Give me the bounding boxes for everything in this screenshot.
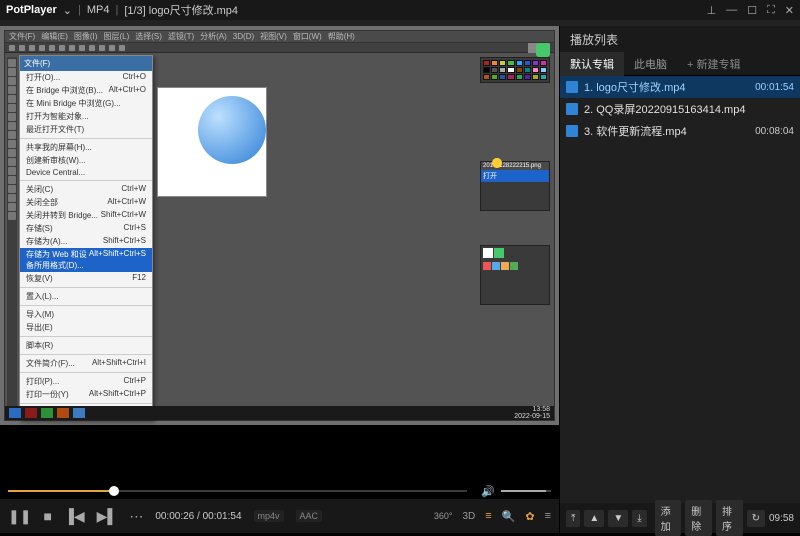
tab-default[interactable]: 默认专辑 — [560, 52, 624, 76]
file-icon — [566, 81, 578, 93]
video-content[interactable]: 文件(F)编辑(E)图像(I)图层(L)选择(S)滤镜(T)分析(A)3D(D)… — [0, 26, 559, 425]
move-down-icon[interactable]: ▼ — [608, 510, 628, 527]
seek-progress — [8, 490, 114, 492]
eq-icon[interactable]: ≡ — [485, 510, 491, 522]
ps-optionsbar — [5, 43, 554, 53]
move-bottom-icon[interactable]: ⤓ — [632, 510, 646, 527]
file-title: [1/3] logo尺寸修改.mp4 — [124, 2, 238, 18]
playlist-item[interactable]: 3. 软件更新流程.mp4 00:08:04 — [560, 120, 800, 142]
file-icon — [566, 125, 578, 137]
move-up-icon[interactable]: ▲ — [584, 510, 604, 527]
prev-button[interactable]: ▐◀ — [64, 508, 85, 525]
seek-track[interactable] — [8, 490, 467, 492]
item-name: 2. QQ录屏20220915163414.mp4 — [584, 101, 788, 117]
playlist-footer: ⤒ ▲ ▼ ⤓ 添加 删除 排序 ↻ 09:58 — [560, 503, 800, 533]
item-name: 1. logo尺寸修改.mp4 — [584, 79, 749, 95]
windows-taskbar: 13:582022-09-15 — [5, 406, 554, 420]
seek-thumb-icon[interactable] — [109, 486, 119, 496]
pin-icon[interactable]: ⊥ — [707, 4, 717, 17]
sort-button[interactable]: 排序 — [716, 500, 743, 536]
open-button[interactable]: ⋯ — [129, 508, 143, 525]
item-duration: 00:01:54 — [755, 82, 794, 93]
ps-menubar: 文件(F)编辑(E)图像(I)图层(L)选择(S)滤镜(T)分析(A)3D(D)… — [5, 31, 554, 43]
minimize-icon[interactable]: — — [726, 4, 737, 17]
item-duration: 00:08:04 — [755, 126, 794, 137]
item-name: 3. 软件更新流程.mp4 — [584, 123, 749, 139]
time-total: 00:01:54 — [203, 511, 242, 522]
fullscreen-icon[interactable]: ⛶ — [767, 4, 775, 17]
clock-text: 09:58 — [769, 513, 794, 524]
green-logo-icon — [536, 43, 550, 57]
maximize-icon[interactable]: ☐ — [747, 4, 757, 17]
time-current: 00:00:26 — [155, 511, 194, 522]
ps-toolbox — [7, 57, 17, 406]
play-pause-button[interactable]: ❚❚ — [8, 508, 31, 525]
video-area: 文件(F)编辑(E)图像(I)图层(L)选择(S)滤镜(T)分析(A)3D(D)… — [0, 26, 559, 533]
titlebar: PotPlayer ⌄ | MP4 | [1/3] logo尺寸修改.mp4 ⊥… — [0, 0, 800, 20]
ps-layers-panel: 20141128222215.png 打开 — [480, 161, 550, 211]
rotate-icon[interactable]: 360° — [434, 511, 453, 521]
threeD-icon[interactable]: 3D — [462, 511, 475, 522]
menu-icon[interactable]: ≡ — [545, 510, 551, 522]
move-top-icon[interactable]: ⤒ — [566, 510, 580, 527]
controls-bar: ❚❚ ■ ▐◀ ▶▌ ⋯ 00:00:26 / 00:01:54 mp4v AA… — [0, 499, 559, 533]
volume-icon[interactable]: 🔊 — [481, 485, 495, 498]
codec-audio[interactable]: AAC — [296, 510, 323, 522]
stop-button[interactable]: ■ — [43, 508, 51, 524]
close-icon[interactable]: ✕ — [785, 4, 794, 17]
playlist-panel: 播放列表 默认专辑 此电脑 + 新建专辑 1. logo尺寸修改.mp4 00:0… — [559, 26, 800, 533]
next-button[interactable]: ▶▌ — [97, 508, 118, 525]
ps-canvas — [157, 87, 267, 197]
ps-swatches-panel — [480, 57, 550, 83]
loop-icon[interactable]: ↻ — [747, 510, 765, 527]
delete-button[interactable]: 删除 — [685, 500, 712, 536]
playlist-items: 1. logo尺寸修改.mp4 00:01:54 2. QQ录屏2022091516… — [560, 76, 800, 503]
format-badge: MP4 — [87, 4, 110, 16]
dropdown-icon[interactable]: ⌄ — [63, 4, 72, 17]
playlist-tabs: 默认专辑 此电脑 + 新建专辑 — [560, 52, 800, 76]
codec-video[interactable]: mp4v — [254, 510, 284, 522]
video-frame-photoshop: 文件(F)编辑(E)图像(I)图层(L)选择(S)滤镜(T)分析(A)3D(D)… — [4, 30, 555, 421]
playlist-item[interactable]: 2. QQ录屏20220915163414.mp4 — [560, 98, 800, 120]
playlist-item[interactable]: 1. logo尺寸修改.mp4 00:01:54 — [560, 76, 800, 98]
playlist-title: 播放列表 — [560, 26, 800, 52]
ps-bottom-panel — [480, 245, 550, 305]
tab-computer[interactable]: 此电脑 — [624, 52, 677, 76]
search-icon[interactable]: 🔍 — [502, 510, 516, 523]
app-name[interactable]: PotPlayer — [6, 4, 57, 16]
settings-icon[interactable]: ✿ — [525, 510, 534, 523]
ps-file-menu: 文件(F)打开(O)...Ctrl+O在 Bridge 中浏览(B)...Alt… — [19, 55, 153, 420]
file-icon — [566, 103, 578, 115]
tab-new[interactable]: + 新建专辑 — [677, 52, 750, 76]
letterbox — [0, 425, 559, 483]
seekbar[interactable]: 🔊 — [0, 483, 559, 499]
volume-track[interactable] — [501, 490, 551, 492]
add-button[interactable]: 添加 — [655, 500, 682, 536]
